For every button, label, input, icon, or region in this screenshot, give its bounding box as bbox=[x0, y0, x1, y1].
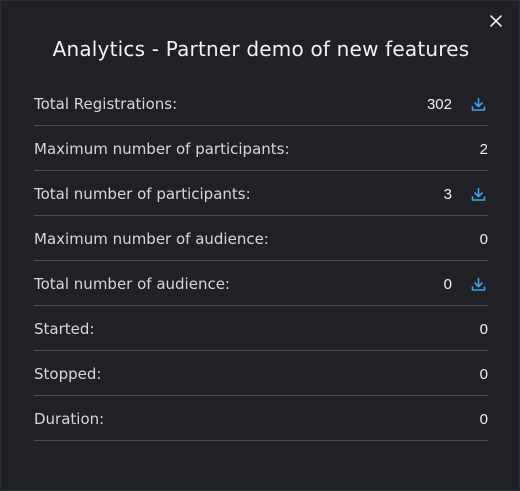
row-total-participants: Total number of participants: 3 bbox=[34, 171, 488, 216]
download-button[interactable] bbox=[470, 96, 486, 112]
download-icon bbox=[471, 187, 485, 201]
row-max-audience: Maximum number of audience: 0 bbox=[34, 216, 488, 261]
download-button[interactable] bbox=[470, 276, 486, 292]
row-label: Total number of participants: bbox=[34, 185, 251, 203]
dialog-title: Analytics - Partner demo of new features bbox=[52, 37, 470, 61]
analytics-dialog: Analytics - Partner demo of new features… bbox=[0, 0, 520, 491]
close-button[interactable] bbox=[485, 10, 507, 32]
row-value: 0 bbox=[479, 230, 488, 248]
row-value: 0 bbox=[479, 365, 488, 383]
download-button[interactable] bbox=[470, 186, 486, 202]
row-label: Stopped: bbox=[34, 365, 102, 383]
row-label: Total Registrations: bbox=[34, 95, 178, 113]
row-value: 302 bbox=[426, 95, 452, 113]
row-started: Started: 0 bbox=[34, 306, 488, 351]
row-label: Total number of audience: bbox=[34, 275, 230, 293]
download-icon bbox=[471, 277, 485, 291]
row-total-registrations: Total Registrations: 302 bbox=[34, 81, 488, 126]
download-icon bbox=[471, 97, 485, 111]
analytics-list: Total Registrations: 302 Maximum number … bbox=[34, 81, 488, 441]
row-value: 0 bbox=[479, 410, 488, 428]
row-max-participants: Maximum number of participants: 2 bbox=[34, 126, 488, 171]
row-value: 3 bbox=[443, 185, 452, 203]
row-duration: Duration: 0 bbox=[34, 396, 488, 441]
row-label: Started: bbox=[34, 320, 95, 338]
row-value: 0 bbox=[443, 275, 452, 293]
row-stopped: Stopped: 0 bbox=[34, 351, 488, 396]
row-total-audience: Total number of audience: 0 bbox=[34, 261, 488, 306]
row-value: 2 bbox=[479, 140, 488, 158]
row-label: Duration: bbox=[34, 410, 105, 428]
row-label: Maximum number of participants: bbox=[34, 140, 290, 158]
row-value: 0 bbox=[479, 320, 488, 338]
close-icon bbox=[490, 15, 502, 27]
row-label: Maximum number of audience: bbox=[34, 230, 269, 248]
